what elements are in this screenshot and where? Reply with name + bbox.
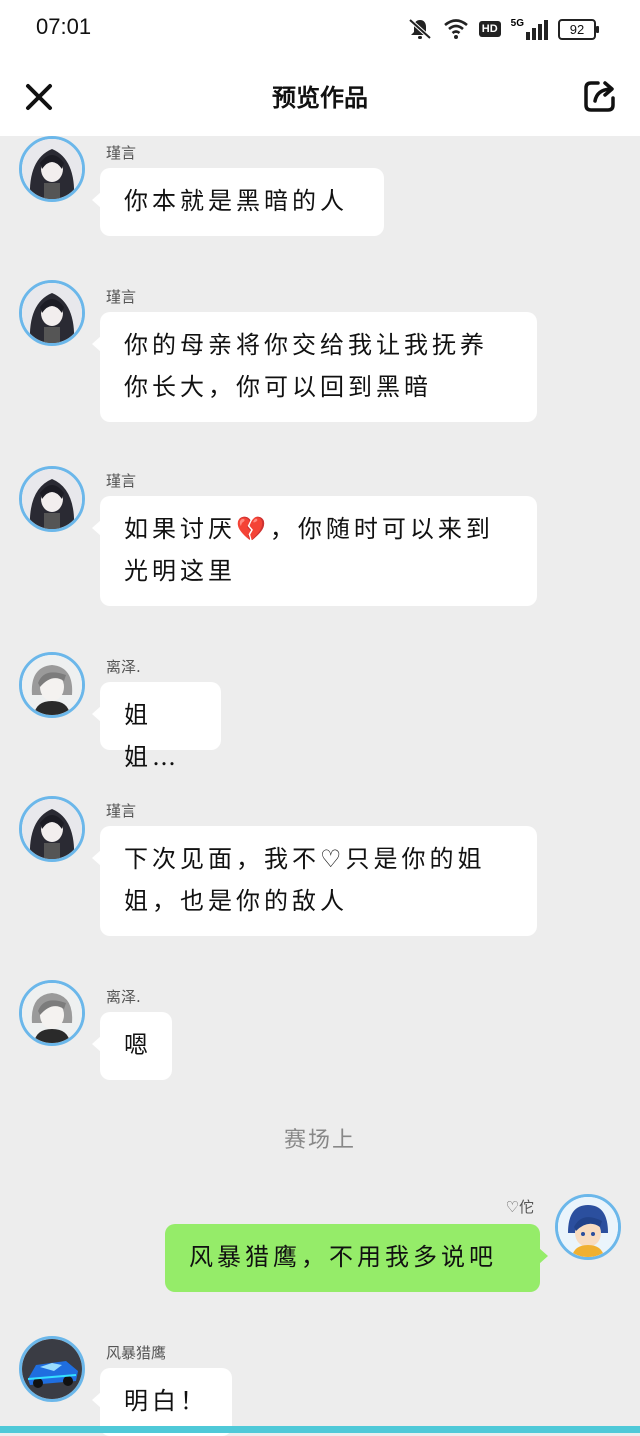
status-bar: 07:01 HD 5G 92 <box>0 0 640 56</box>
dark-hair-girl-avatar-icon <box>22 469 82 529</box>
battery-icon: 92 <box>558 18 599 40</box>
sender-name: 离泽. <box>106 658 141 676</box>
sender-name: ♡佗 <box>505 1198 534 1216</box>
sender-name: 离泽. <box>106 988 141 1006</box>
mute-bell-icon <box>408 18 432 40</box>
scene-marker: 赛场上 <box>283 1128 356 1153</box>
wifi-icon <box>443 19 468 39</box>
blue-race-car-avatar-icon <box>22 1339 82 1399</box>
bottom-accent-bar <box>0 1426 640 1433</box>
message-bubble[interactable]: 下次见面，我不♡只是你的姐姐，也是你的敌人 <box>92 826 537 936</box>
message-bubble[interactable]: 嗯 <box>92 1012 172 1080</box>
avatar[interactable] <box>555 1194 621 1260</box>
page-title: 预览作品 <box>272 83 368 112</box>
status-icons: HD 5G 92 <box>407 16 599 42</box>
dark-hair-girl-avatar-icon <box>22 283 82 343</box>
dark-hair-girl-avatar-icon <box>22 139 82 199</box>
message-bubble[interactable]: 你的母亲将你交给我让我抚养你长大，你可以回到黑暗 <box>92 312 537 422</box>
dark-hair-girl-avatar-icon <box>22 799 82 859</box>
hd-badge: HD <box>478 21 501 37</box>
grey-hair-boy-avatar-icon <box>22 655 82 715</box>
avatar[interactable] <box>19 466 85 532</box>
blue-hair-boy-avatar-icon <box>558 1197 618 1257</box>
chat-area[interactable]: 瑾言 你本就是黑暗的人 瑾言 你的母亲将你交给我让我抚养你长大，你可以回到黑暗 … <box>0 136 640 1436</box>
sender-name: 瑾言 <box>106 144 137 162</box>
status-time: 07:01 <box>36 14 92 39</box>
avatar[interactable] <box>19 136 85 202</box>
network-label: 5G <box>510 18 524 29</box>
message-bubble[interactable]: 姐姐… <box>92 682 221 771</box>
sender-name: 风暴猎鹰 <box>106 1344 167 1362</box>
signal-icon: 5G <box>511 18 548 40</box>
app-header: 预览作品 <box>0 56 640 136</box>
avatar[interactable] <box>19 796 85 862</box>
sender-name: 瑾言 <box>106 288 137 306</box>
avatar[interactable] <box>19 280 85 346</box>
avatar[interactable] <box>19 980 85 1046</box>
sender-name: 瑾言 <box>106 472 137 490</box>
message-bubble[interactable]: 风暴猎鹰，不用我多说吧 <box>165 1224 548 1292</box>
avatar[interactable] <box>19 1336 85 1402</box>
message-bubble[interactable]: 你本就是黑暗的人 <box>92 168 384 236</box>
message-bubble[interactable]: 如果讨厌💔，你随时可以来到光明这里 <box>92 496 537 606</box>
share-icon[interactable] <box>582 78 618 114</box>
sender-name: 瑾言 <box>106 802 137 820</box>
grey-hair-boy-avatar-icon <box>22 983 82 1043</box>
avatar[interactable] <box>19 652 85 718</box>
